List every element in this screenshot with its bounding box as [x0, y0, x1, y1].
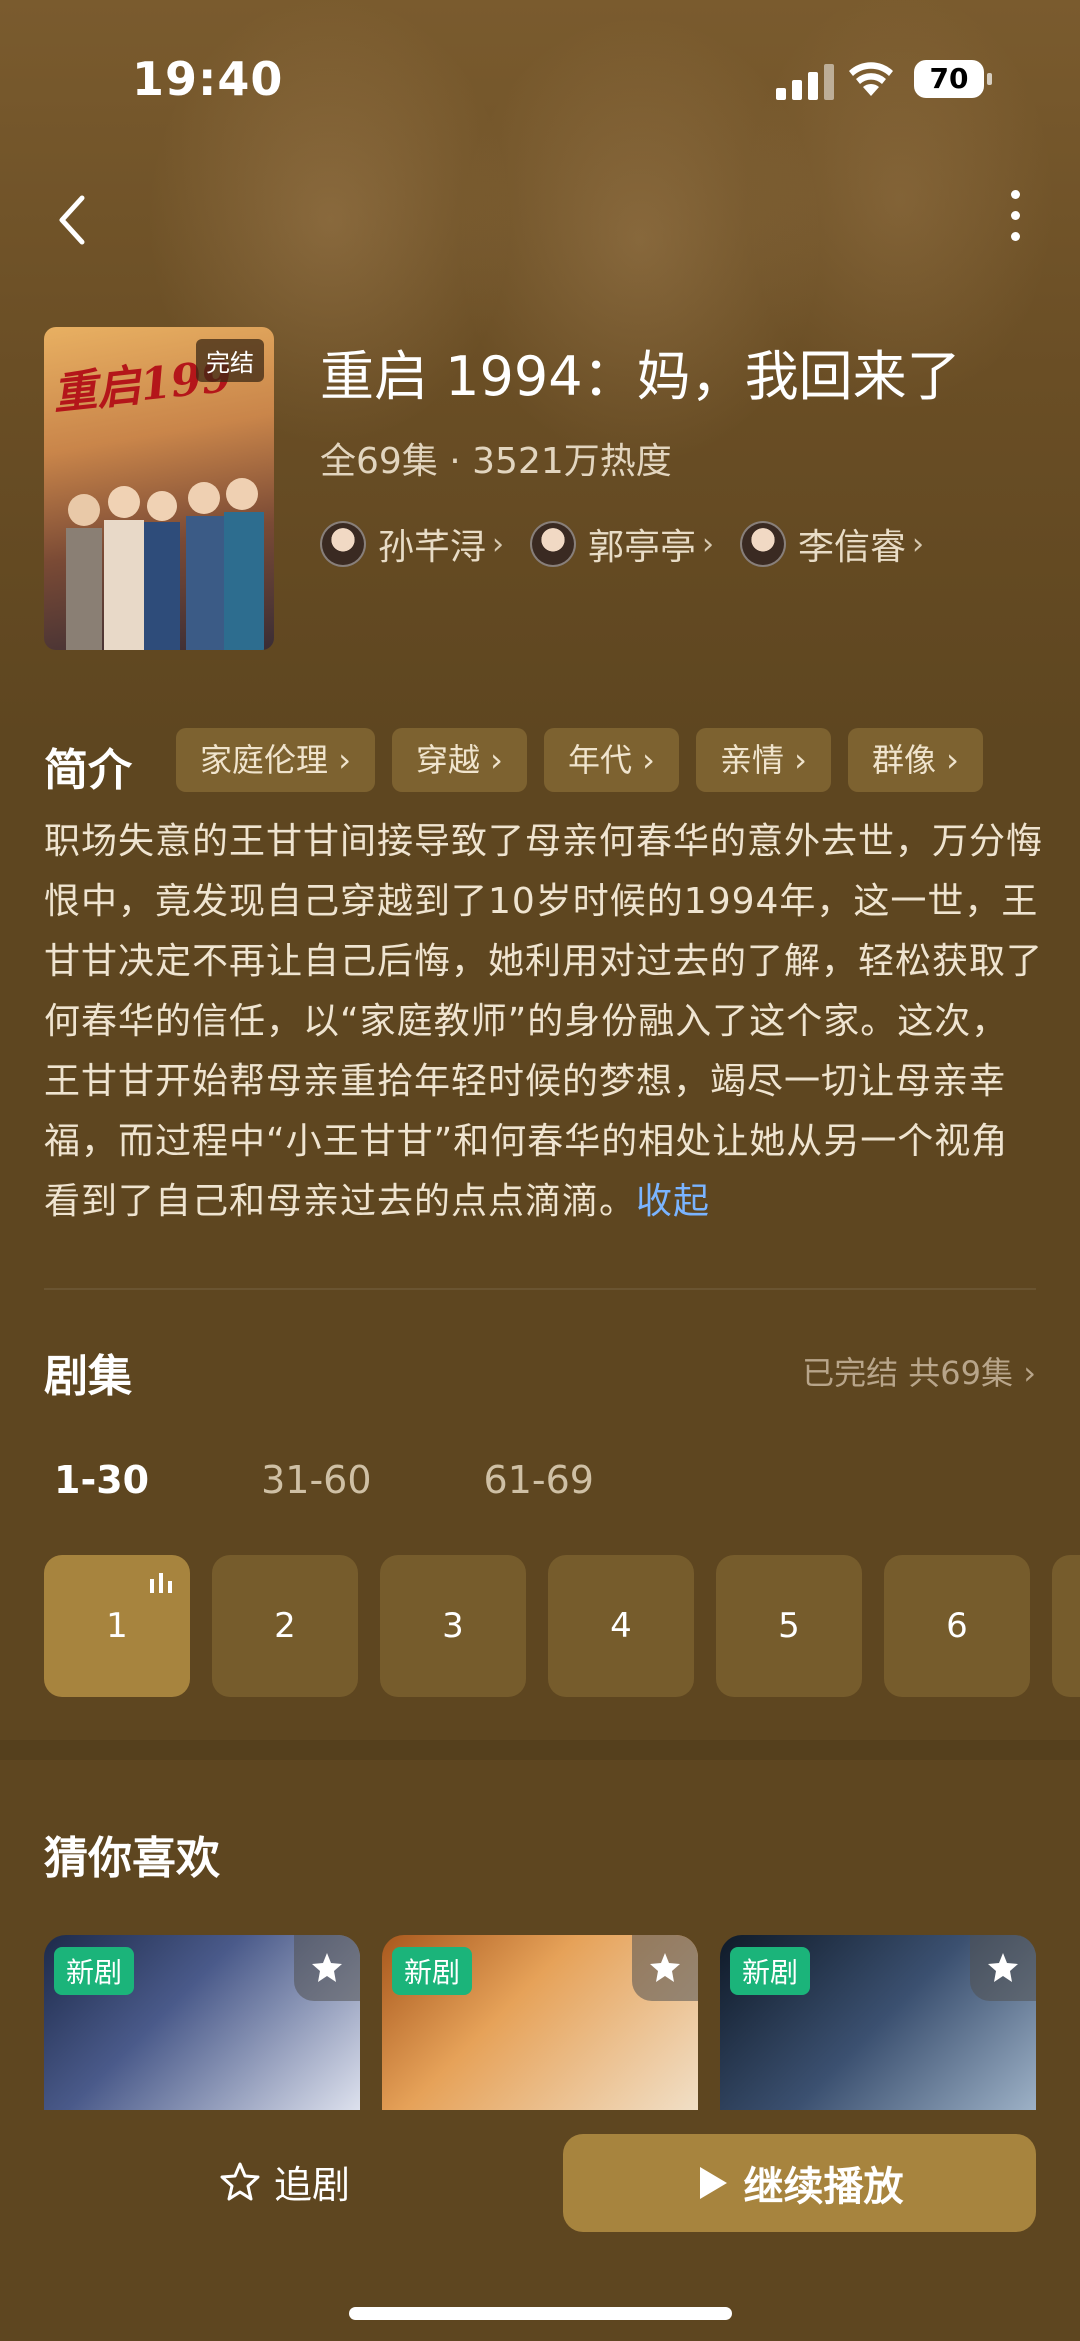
- cast-item[interactable]: 李信睿 ›: [740, 518, 924, 570]
- divider: [44, 1288, 1036, 1290]
- synopsis-text: 职场失意的王甘甘间接导致了母亲何春华的意外去世，万分悔恨中，竟发现自己穿越到了1…: [44, 812, 1044, 1232]
- tag-label: 年代: [567, 741, 632, 779]
- episode-button[interactable]: 6: [884, 1555, 1030, 1697]
- episode-number: 1: [106, 1606, 128, 1646]
- tab-range[interactable]: 1-30: [54, 1458, 149, 1502]
- episodes-heading: 剧集: [44, 1351, 132, 1402]
- episode-button[interactable]: 4: [548, 1555, 694, 1697]
- follow-label: 追剧: [274, 2163, 351, 2207]
- poster-image[interactable]: 重启199 完结: [44, 327, 274, 650]
- episodes-status-link[interactable]: 已完结 共69集 ›: [802, 1348, 1036, 1394]
- synopsis-heading: 简介: [44, 745, 132, 796]
- section-separator: [0, 1740, 1080, 1760]
- tag-button[interactable]: 家庭伦理 ›: [176, 728, 375, 792]
- range-tabs: 1-30 31-60 61-69: [54, 1458, 706, 1502]
- chevron-right-icon: ›: [492, 526, 505, 562]
- new-badge: 新剧: [54, 1947, 135, 1995]
- tag-label: 群像: [871, 741, 936, 779]
- drama-meta: 全69集 · 3521万热度: [320, 441, 672, 482]
- more-options-icon[interactable]: [1000, 190, 1030, 260]
- episode-button[interactable]: 2: [212, 1555, 358, 1697]
- synopsis-body: 职场失意的王甘甘间接导致了母亲何春华的意外去世，万分悔恨中，竟发现自己穿越到了1…: [44, 821, 1044, 1222]
- back-icon[interactable]: [48, 190, 98, 250]
- chevron-right-icon: ›: [912, 526, 925, 562]
- follow-button[interactable]: 追剧: [218, 2154, 350, 2209]
- home-indicator[interactable]: [349, 2307, 732, 2320]
- cast-list: 孙芊浔 › 郭亭亭 › 李信睿 ›: [320, 518, 924, 570]
- recommend-list: 新剧 新剧 新剧: [44, 1935, 1036, 2115]
- tab-range[interactable]: 61-69: [484, 1458, 594, 1502]
- cast-name: 郭亭亭: [588, 527, 697, 568]
- status-time: 19:40: [132, 52, 284, 106]
- episode-button[interactable]: 3: [380, 1555, 526, 1697]
- new-badge: 新剧: [730, 1947, 811, 1995]
- cast-item[interactable]: 孙芊浔 ›: [320, 518, 504, 570]
- wifi-icon: [849, 62, 893, 96]
- tag-button[interactable]: 穿越 ›: [391, 728, 527, 792]
- avatar: [530, 521, 577, 567]
- star-outline-icon: [220, 2162, 260, 2200]
- cast-item[interactable]: 郭亭亭 ›: [530, 518, 714, 570]
- signal-icon: [776, 64, 836, 100]
- recommend-card[interactable]: 新剧: [44, 1935, 360, 2115]
- play-icon: [699, 2167, 727, 2199]
- star-icon[interactable]: [970, 1935, 1036, 2001]
- tab-range[interactable]: 31-60: [261, 1458, 371, 1502]
- status-bar: 19:40 70: [0, 0, 1080, 160]
- completed-badge: 完结: [196, 339, 264, 382]
- episode-button[interactable]: 5: [716, 1555, 862, 1697]
- tag-label: 家庭伦理: [200, 741, 329, 779]
- drama-title: 重启 1994：妈，我回来了: [320, 345, 961, 408]
- collapse-link[interactable]: 收起: [636, 1181, 710, 1222]
- tag-button[interactable]: 群像 ›: [847, 728, 983, 792]
- continue-play-button[interactable]: 继续播放: [563, 2134, 1036, 2232]
- episode-button[interactable]: 1: [44, 1555, 190, 1697]
- tag-button[interactable]: 年代 ›: [543, 728, 679, 792]
- chevron-right-icon: ›: [702, 526, 715, 562]
- play-label: 继续播放: [743, 2164, 904, 2210]
- star-icon[interactable]: [632, 1935, 698, 2001]
- episodes-status: 已完结 共69集: [802, 1354, 1014, 1392]
- recommend-card[interactable]: 新剧: [382, 1935, 698, 2115]
- poster-people-art: [66, 478, 264, 650]
- avatar: [740, 521, 787, 567]
- cast-name: 李信睿: [798, 527, 907, 568]
- new-badge: 新剧: [392, 1947, 473, 1995]
- recommend-heading: 猜你喜欢: [44, 1833, 220, 1884]
- avatar: [320, 521, 366, 567]
- tag-button[interactable]: 亲情 ›: [695, 728, 831, 792]
- star-icon[interactable]: [294, 1935, 360, 2001]
- episode-button[interactable]: [1052, 1555, 1080, 1697]
- cast-name: 孙芊浔: [378, 527, 487, 568]
- battery-icon: 70: [914, 60, 992, 98]
- tag-label: 亲情: [719, 741, 784, 779]
- tag-label: 穿越: [415, 741, 480, 779]
- now-playing-icon: [150, 1573, 172, 1593]
- recommend-card[interactable]: 新剧: [720, 1935, 1036, 2115]
- episode-list: 1 2 3 4 5 6: [44, 1555, 1080, 1697]
- tag-list: 家庭伦理 › 穿越 › 年代 › 亲情 › 群像 ›: [176, 728, 983, 792]
